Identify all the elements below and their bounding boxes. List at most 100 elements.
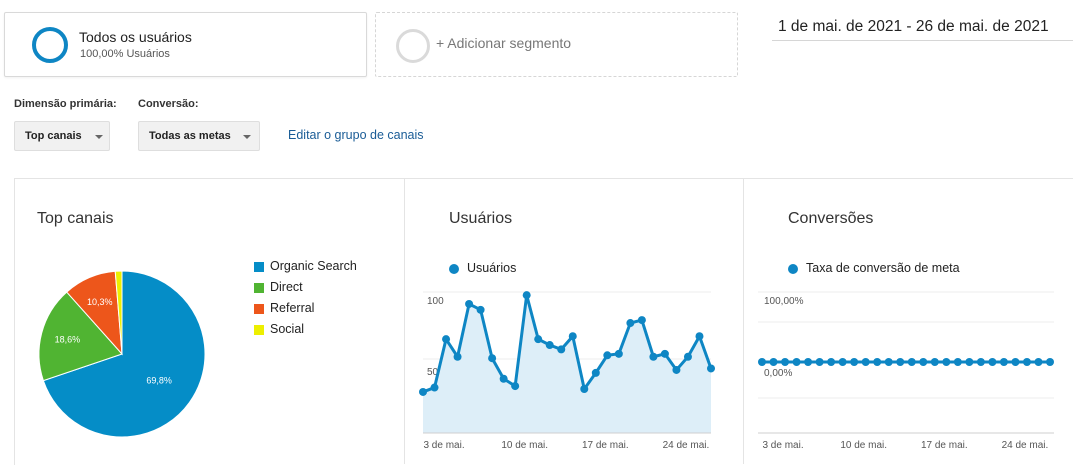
- y-tick-label: 100: [427, 296, 444, 307]
- conversion-point[interactable]: [827, 358, 836, 366]
- conversion-point[interactable]: [850, 358, 859, 366]
- x-tick-label: 24 de mai.: [1002, 440, 1049, 451]
- edit-channel-group-link[interactable]: Editar o grupo de canais: [288, 128, 424, 142]
- primary-dimension-label: Dimensão primária:: [14, 98, 117, 110]
- conversion-point[interactable]: [988, 358, 997, 366]
- conversion-dropdown[interactable]: Todas as metas: [138, 121, 260, 151]
- x-tick-label: 17 de mai.: [921, 440, 968, 451]
- conversion-point[interactable]: [884, 358, 893, 366]
- legend-label: Direct: [270, 280, 303, 294]
- users-point[interactable]: [614, 349, 623, 358]
- users-point[interactable]: [626, 319, 635, 328]
- users-point[interactable]: [499, 374, 508, 383]
- conversion-point[interactable]: [907, 358, 916, 366]
- pie-panel-title: Top canais: [37, 210, 114, 227]
- add-segment-label: + Adicionar segmento: [436, 35, 572, 51]
- conversion-point[interactable]: [861, 358, 870, 366]
- users-legend-label: Usuários: [467, 261, 517, 275]
- segment-card-all-users[interactable]: Todos os usuários 100,00% Usuários: [4, 12, 367, 77]
- pie-slice-label: 18,6%: [55, 335, 81, 345]
- legend-label: Referral: [270, 301, 315, 315]
- users-point[interactable]: [430, 383, 439, 392]
- x-tick-label: 10 de mai.: [501, 440, 548, 451]
- conversion-point[interactable]: [919, 358, 928, 366]
- conversion-point[interactable]: [1034, 358, 1043, 366]
- users-panel-title: Usuários: [449, 210, 513, 227]
- conversion-point[interactable]: [930, 358, 939, 366]
- legend-swatch: [254, 304, 264, 314]
- legend-label: Social: [270, 322, 305, 336]
- conversion-point[interactable]: [1022, 358, 1031, 366]
- conversion-point[interactable]: [758, 358, 766, 366]
- users-legend-dot: [449, 264, 459, 274]
- users-point[interactable]: [707, 364, 715, 373]
- conversion-point[interactable]: [1011, 358, 1020, 366]
- users-point[interactable]: [568, 332, 577, 341]
- conversion-point[interactable]: [942, 358, 951, 366]
- users-point[interactable]: [419, 387, 427, 396]
- conversions-chart: 100,00% 0,00% 3 de mai. 10 de mai. 17 de mai…: [758, 291, 1054, 451]
- chevron-down-icon: [95, 135, 103, 139]
- primary-dimension-value: Top canais: [25, 130, 82, 142]
- users-point[interactable]: [476, 305, 485, 314]
- users-point[interactable]: [591, 368, 600, 377]
- users-point[interactable]: [465, 299, 474, 308]
- legend-swatch: [254, 325, 264, 335]
- users-point[interactable]: [672, 365, 681, 374]
- users-point[interactable]: [557, 345, 566, 354]
- users-point[interactable]: [695, 332, 704, 341]
- x-tick-label: 17 de mai.: [582, 440, 629, 451]
- conversion-point[interactable]: [953, 358, 962, 366]
- legend-swatch: [254, 262, 264, 272]
- pie-slice-label: 69,8%: [146, 376, 172, 386]
- date-range-picker[interactable]: 1 de mai. de 2021 - 26 de mai. de 2021: [778, 18, 1049, 36]
- users-point[interactable]: [511, 382, 520, 391]
- conversion-point[interactable]: [1046, 358, 1054, 366]
- users-point[interactable]: [453, 352, 462, 361]
- conversion-label: Conversão:: [138, 98, 199, 110]
- pie-chart: 69,8% 18,6% 10,3%: [38, 270, 206, 438]
- conversion-point[interactable]: [965, 358, 974, 366]
- date-range-underline: [772, 40, 1073, 41]
- legend-swatch: [254, 283, 264, 293]
- conversion-point[interactable]: [792, 358, 801, 366]
- x-tick-label: 3 de mai.: [423, 440, 464, 451]
- conversions-panel-title: Conversões: [788, 210, 874, 227]
- users-point[interactable]: [603, 351, 612, 360]
- y-tick-label: 0,00%: [764, 368, 792, 379]
- segment-title: Todos os usuários: [79, 29, 192, 45]
- conversion-point[interactable]: [804, 358, 813, 366]
- add-segment-ring-icon: [396, 29, 430, 63]
- users-point[interactable]: [534, 335, 543, 344]
- users-chart: 100503 de mai. 10 de mai. 17 de mai. 24 de …: [419, 291, 715, 451]
- conversion-point[interactable]: [781, 358, 790, 366]
- conversion-point[interactable]: [815, 358, 824, 366]
- conversion-point[interactable]: [838, 358, 847, 366]
- conversions-legend-dot: [788, 264, 798, 274]
- segment-subtitle: 100,00% Usuários: [80, 48, 170, 60]
- conversion-point[interactable]: [999, 358, 1008, 366]
- pie-slice-label: 10,3%: [87, 297, 113, 307]
- users-point[interactable]: [580, 385, 589, 394]
- users-point[interactable]: [660, 349, 669, 358]
- add-segment-button[interactable]: + Adicionar segmento: [375, 12, 738, 77]
- x-tick-label: 24 de mai.: [663, 440, 710, 451]
- conversion-point[interactable]: [976, 358, 985, 366]
- primary-dimension-dropdown[interactable]: Top canais: [14, 121, 110, 151]
- users-point[interactable]: [488, 354, 497, 363]
- x-tick-label: 10 de mai.: [840, 440, 887, 451]
- users-point[interactable]: [637, 316, 646, 325]
- chevron-down-icon: [243, 135, 251, 139]
- conversion-value: Todas as metas: [149, 130, 231, 142]
- conversion-point[interactable]: [896, 358, 905, 366]
- users-point[interactable]: [649, 352, 658, 361]
- users-point[interactable]: [683, 352, 692, 361]
- users-point[interactable]: [545, 341, 554, 350]
- users-point[interactable]: [442, 335, 451, 344]
- conversions-legend-label: Taxa de conversão de meta: [806, 261, 960, 275]
- conversion-point[interactable]: [873, 358, 882, 366]
- users-point[interactable]: [522, 291, 531, 300]
- conversion-point[interactable]: [769, 358, 778, 366]
- y-tick-label: 100,00%: [764, 296, 804, 307]
- x-tick-label: 3 de mai.: [762, 440, 803, 451]
